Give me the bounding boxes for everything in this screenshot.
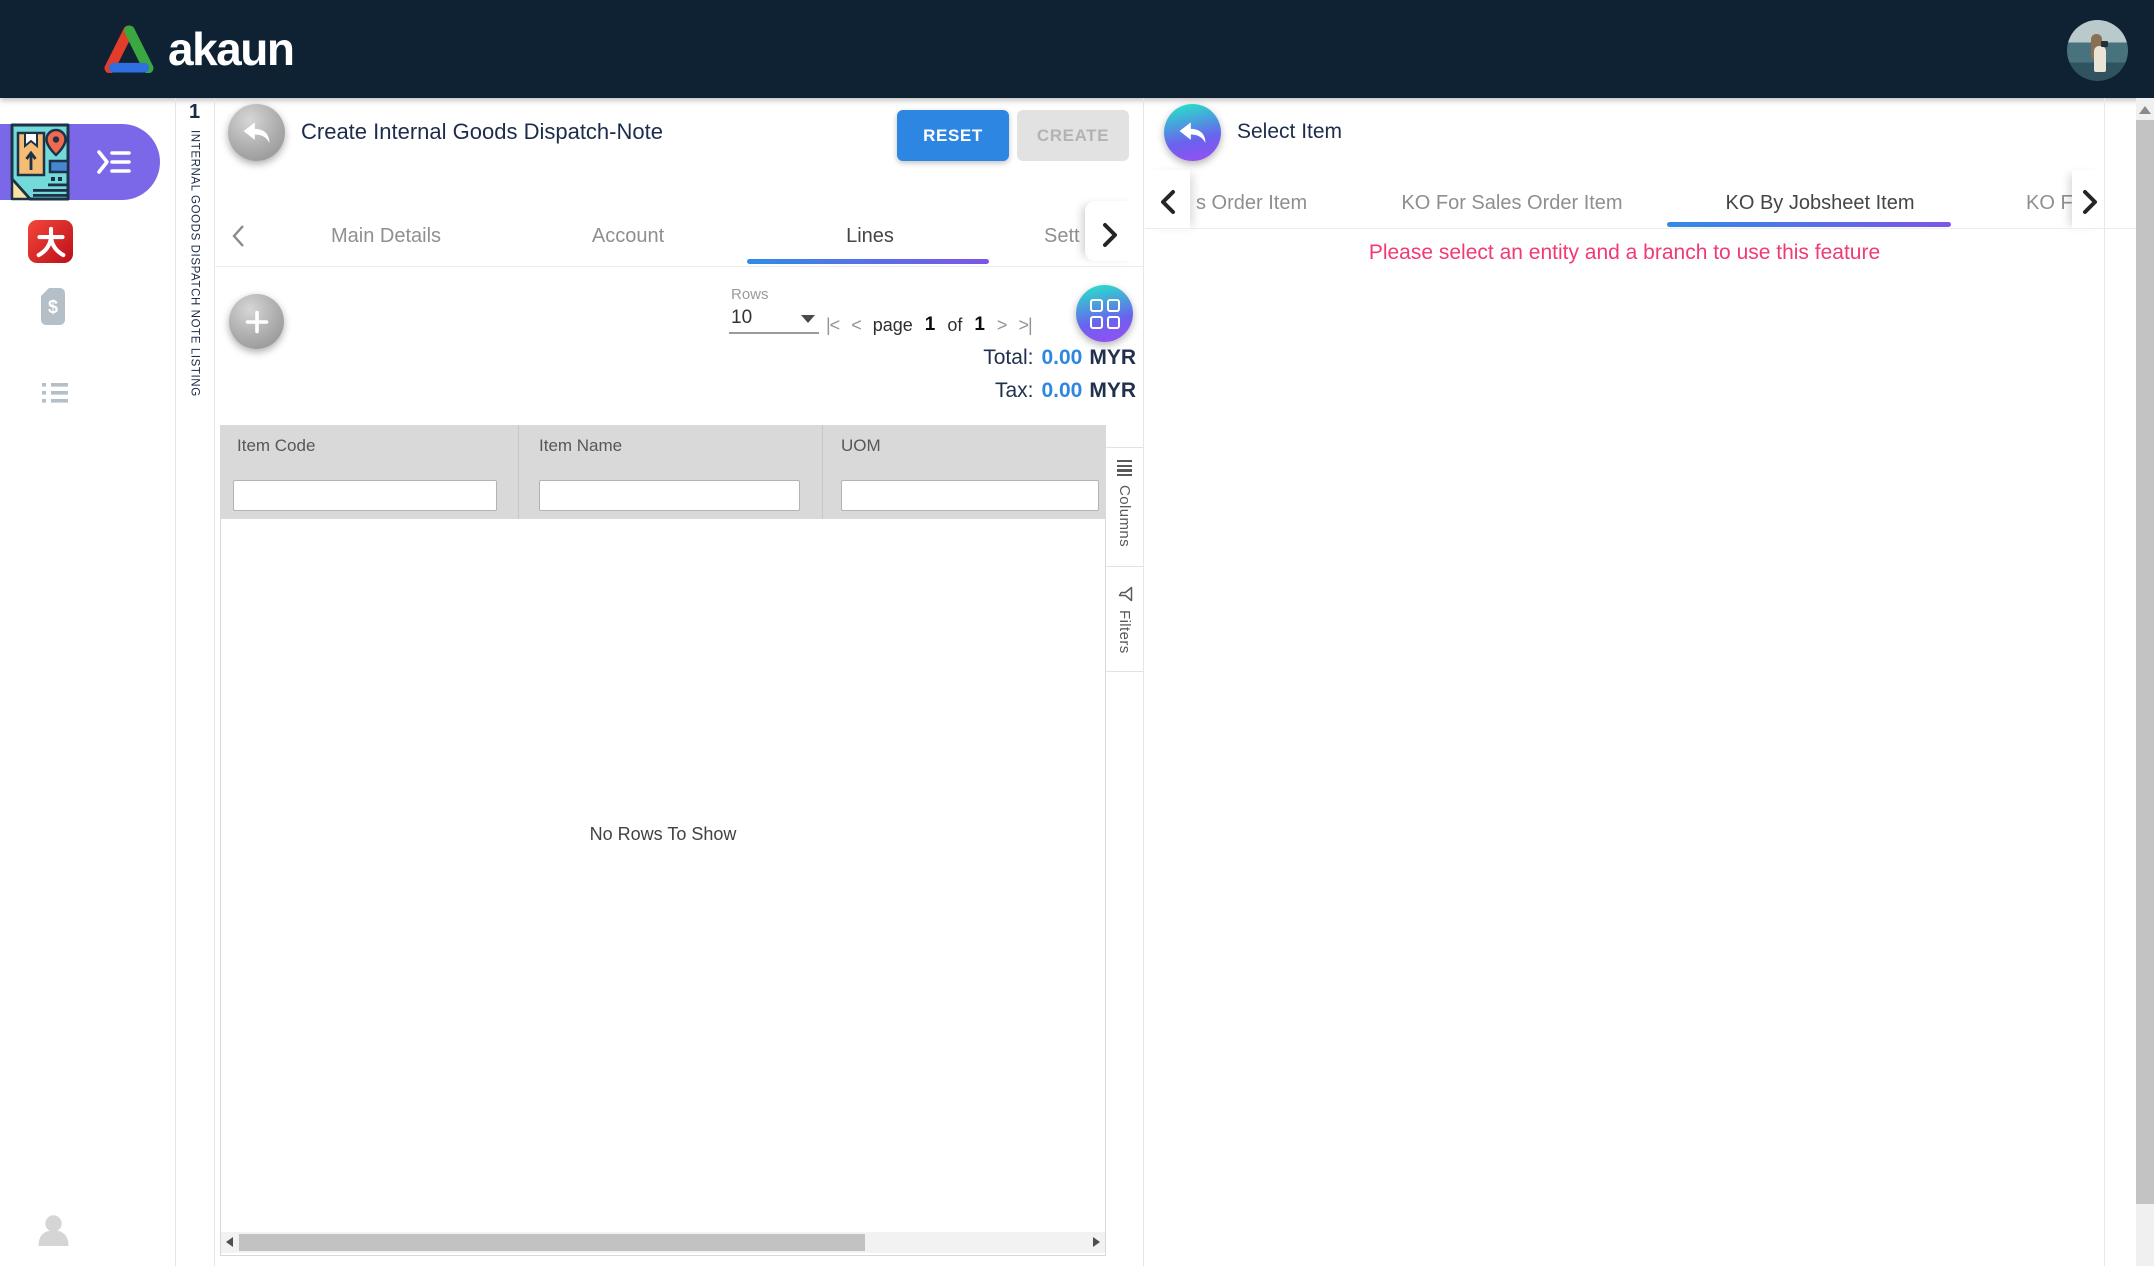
horizontal-scroll-thumb[interactable]	[239, 1234, 865, 1251]
svg-text:$: $	[48, 297, 58, 317]
right-tabs-scroll-left[interactable]	[1158, 188, 1178, 221]
rows-label: Rows	[731, 286, 769, 303]
sidebar-item-billing[interactable]: $	[41, 288, 65, 330]
table-empty-message: No Rows To Show	[589, 824, 737, 844]
dispatch-note-app-icon	[10, 123, 70, 201]
right-panel-title: Select Item	[1237, 120, 1343, 143]
right-content-border	[2104, 98, 2105, 1266]
rows-per-page-select[interactable]: 10	[729, 305, 819, 334]
column-header-item-name[interactable]: Item Name	[539, 436, 622, 456]
tab-ko-for-sales-order-item[interactable]: KO For Sales Order Item	[1401, 190, 1622, 217]
rows-per-page-value: 10	[731, 307, 753, 328]
app-window: akaun $ 1 INTERNAL GOODS DISPATCH NOTE L…	[0, 0, 2154, 1266]
grid-icon	[1089, 298, 1120, 329]
table-horizontal-scrollbar[interactable]	[221, 1232, 1105, 1253]
reset-button[interactable]: RESET	[897, 110, 1009, 161]
main-tabs-scroll-left[interactable]	[230, 223, 247, 254]
total-label: Total:	[983, 346, 1034, 369]
vertical-scroll-thumb[interactable]	[2136, 120, 2154, 1204]
tab-ko-for-clipped[interactable]: KO Fo	[2026, 190, 2078, 217]
tax-row: Tax: 0.00 MYR	[700, 379, 1136, 403]
pagination: |< < page 1 of 1 > >|	[826, 311, 1033, 339]
back-button[interactable]	[228, 104, 285, 161]
tab-lines[interactable]: Lines	[846, 223, 894, 250]
brand-logo[interactable]: akaun	[102, 21, 295, 77]
back-arrow-icon	[1179, 122, 1206, 143]
sidebar-footer-profile[interactable]	[38, 1214, 69, 1251]
add-line-button[interactable]	[229, 294, 284, 349]
grid-view-button[interactable]	[1076, 285, 1133, 342]
filter-funnel-icon	[1118, 586, 1132, 602]
right-panel-back-button[interactable]	[1164, 104, 1221, 161]
create-button[interactable]: CREATE	[1017, 110, 1129, 161]
pagination-next[interactable]: >	[997, 315, 1007, 336]
tax-value: 0.00	[1041, 379, 1083, 402]
columns-tool-label: Columns	[1116, 485, 1133, 548]
column-header-item-code[interactable]: Item Code	[237, 436, 315, 456]
da-app-icon	[36, 226, 65, 257]
akaun-triangle-icon	[104, 25, 154, 73]
total-value: 0.00	[1041, 346, 1083, 369]
sidebar-item-listing[interactable]	[42, 381, 68, 409]
tax-currency: MYR	[1089, 379, 1136, 402]
caret-down-icon	[801, 315, 815, 323]
column-header-uom[interactable]: UOM	[841, 436, 881, 456]
tab-sales-order-item-clipped[interactable]: s Order Item	[1196, 190, 1307, 217]
user-avatar[interactable]	[2067, 20, 2128, 81]
tab-account[interactable]: Account	[592, 223, 664, 250]
brand-name: akaun	[168, 23, 295, 75]
tab-main-details[interactable]: Main Details	[331, 223, 441, 250]
panel-split-border	[1143, 98, 1144, 1266]
page-title: Create Internal Goods Dispatch-Note	[301, 119, 663, 144]
back-arrow-icon	[243, 122, 270, 143]
workspace-index-badge: 1	[188, 101, 201, 123]
main-tabs-scroll-right[interactable]	[1100, 221, 1120, 254]
active-tab-underline	[747, 259, 989, 264]
filter-input-uom[interactable]	[841, 480, 1099, 511]
entity-branch-notice: Please select an entity and a branch to …	[1368, 241, 1881, 264]
tax-label: Tax:	[994, 379, 1034, 402]
pagination-total-pages: 1	[974, 314, 985, 335]
scroll-up-arrow-icon[interactable]	[2139, 106, 2151, 114]
pagination-prev[interactable]: <	[851, 315, 861, 336]
pagination-last[interactable]: >|	[1018, 315, 1032, 336]
right-tabs-scroll-right[interactable]	[2080, 188, 2100, 221]
filters-tool-label: Filters	[1116, 610, 1133, 654]
top-navbar: akaun	[0, 0, 2154, 98]
right-tabs-divider	[1145, 228, 2136, 229]
columns-tool-tab[interactable]: Columns	[1106, 447, 1143, 567]
total-currency: MYR	[1089, 346, 1136, 369]
collapse-menu-icon	[97, 150, 131, 174]
pagination-first[interactable]: |<	[826, 315, 840, 336]
total-row: Total: 0.00 MYR	[700, 346, 1136, 370]
workspace-vertical-label: INTERNAL GOODS DISPATCH NOTE LISTING	[188, 130, 201, 397]
pagination-current-page: 1	[924, 314, 936, 335]
active-tab-underline	[1667, 222, 1951, 227]
main-tabs-divider	[215, 266, 1143, 267]
tab-settings-clipped[interactable]: Sett	[1044, 223, 1088, 250]
pagination-of-word: of	[947, 314, 963, 335]
listing-icon	[42, 383, 68, 403]
filter-input-item-name[interactable]	[539, 480, 800, 511]
right-panel-scrollbar[interactable]	[2136, 98, 2154, 1266]
plus-icon	[245, 310, 268, 333]
columns-icon	[1117, 460, 1132, 477]
tab-ko-by-jobsheet-item[interactable]: KO By Jobsheet Item	[1726, 190, 1915, 217]
totals-summary: Total: 0.00 MYR Tax: 0.00 MYR	[700, 346, 1136, 412]
scroll-left-arrow-icon[interactable]	[226, 1237, 233, 1247]
person-placeholder-icon	[38, 1215, 69, 1246]
sidebar-item-dispatch-note-active[interactable]	[0, 123, 160, 201]
scroll-right-arrow-icon[interactable]	[1093, 1237, 1100, 1247]
billing-file-icon: $	[41, 288, 65, 325]
pagination-page-word: page	[872, 314, 913, 335]
filters-tool-tab[interactable]: Filters	[1106, 576, 1143, 672]
main-panel-left-border	[214, 98, 215, 1266]
sidebar-item-da-app[interactable]	[28, 220, 73, 263]
filter-input-item-code[interactable]	[233, 480, 497, 511]
